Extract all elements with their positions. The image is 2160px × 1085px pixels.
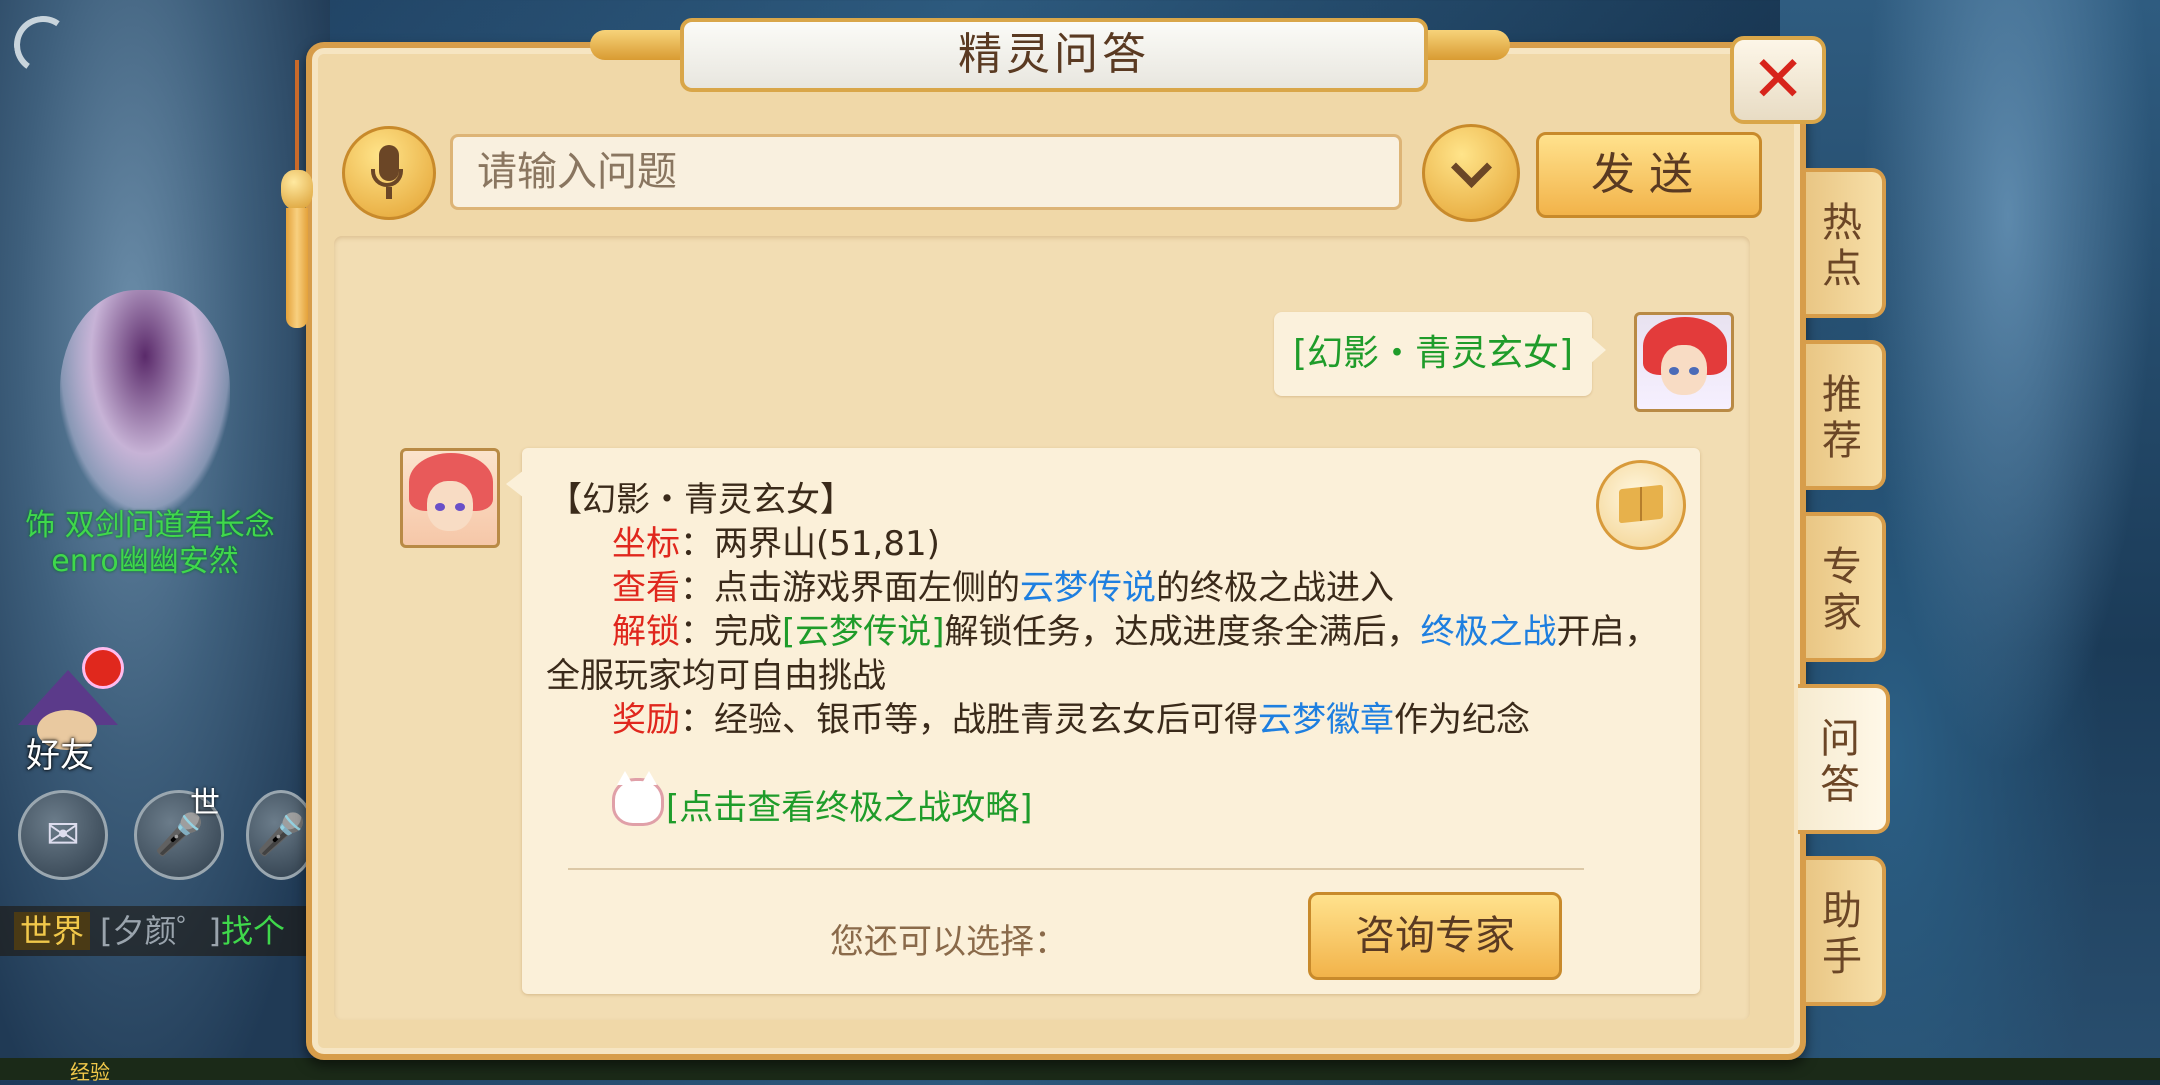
user-avatar [1634,312,1734,412]
view-link[interactable]: 云梦传说 [1020,568,1156,608]
user-message-bubble[interactable]: [幻影・青灵玄女] [1274,312,1606,396]
world-voice-label: 世 [190,786,220,821]
coord-value: ：两界山(51,81) [680,524,940,564]
tab-hot[interactable]: 热点 [1806,168,1886,318]
unlock-link-2[interactable]: 终极之战 [1421,612,1557,652]
history-dropdown-button[interactable] [1422,124,1520,222]
answer-view-line: 查看：点击游戏界面左侧的云梦传说的终极之战进入 [612,560,1394,609]
tab-expert[interactable]: 专家 [1806,512,1886,662]
tab-recommend-label: 推荐 [1822,372,1862,464]
cat-ear [617,771,633,785]
microphone-base [386,187,392,199]
coord-key: 坐标 [612,524,680,564]
user-avatar-face [1661,345,1707,395]
view-text: ：点击游戏界面左侧的 [680,568,1020,608]
tab-recommend[interactable]: 推荐 [1806,340,1886,490]
send-button[interactable]: 发送 [1536,132,1762,218]
answer-reward-line: 奖励：经验、银币等，战胜青灵玄女后可得云梦徽章作为纪念 [612,692,1530,741]
tassel-bead [281,170,313,210]
answer-title: 【幻影・青灵玄女】 [548,480,854,520]
dialog-title: 精灵问答 [958,29,1150,80]
chat-message: 找个 [221,912,286,950]
unlock-text-mid: 解锁任务，达成进度条全满后， [944,612,1421,652]
strategy-guide-link[interactable]: [点击查看终极之战攻略] [666,780,1033,829]
experience-label: 经验 [70,1060,110,1084]
divider [568,868,1584,870]
unlock-text: ：完成 [680,612,782,652]
cat-ear [641,771,657,785]
spirit-avatar-face [427,481,473,531]
voice-input-button[interactable] [342,126,436,220]
choose-label: 您还可以选择： [830,922,1068,962]
chat-sender: [夕颜゜] [100,912,221,950]
close-button[interactable]: ✕ [1730,36,1826,124]
tassel-decoration [295,60,299,180]
unlock-key: 解锁 [612,612,680,652]
player-character[interactable] [60,290,230,510]
chat-channel-tag: 世界 [14,912,91,950]
tab-qa-label: 问答 [1820,716,1860,808]
spirit-avatar-eye [435,503,445,511]
reward-key: 奖励 [612,700,680,740]
npc-name-label-2: enro幽幽安然 [51,544,239,579]
unlock-text-end: 开启， [1556,612,1659,652]
chat-bubble-icon[interactable]: ✉ [18,790,108,880]
answer-coord-line: 坐标：两界山(51,81) [612,516,940,565]
title-plate: 精灵问答 [680,18,1428,92]
tab-assistant[interactable]: 助手 [1806,856,1886,1006]
friend-label: 好友 [26,736,94,776]
user-avatar-eye [1669,367,1679,375]
reward-text: ：经验、银币等，战胜青灵玄女后可得 [680,700,1258,740]
answer-unlock-line-2: 全服玩家均可自由挑战 [546,656,886,696]
chevron-down-icon [1450,146,1492,189]
tab-hot-label: 热点 [1822,200,1862,292]
cat-icon [612,771,664,826]
reward-link[interactable]: 云梦徽章 [1258,700,1394,740]
spirit-avatar-eye [455,503,465,511]
consult-expert-button[interactable]: 咨询专家 [1308,892,1562,980]
world-chat-line[interactable]: 世界 [夕颜゜]找个 [0,906,310,956]
view-text-end: 的终极之战进入 [1156,568,1394,608]
view-key: 查看 [612,568,680,608]
answer-unlock-line: 解锁：完成[云梦传说]解锁任务，达成进度条全满后，终极之战开启， [612,604,1659,653]
tab-assistant-label: 助手 [1822,888,1862,980]
book-icon [1619,484,1663,524]
spirit-avatar [400,448,500,548]
tab-qa[interactable]: 问答 [1798,684,1890,834]
notification-dot [82,647,124,689]
tassel-fringe [286,208,308,328]
question-input[interactable] [450,134,1402,210]
tab-expert-label: 专家 [1822,544,1862,636]
unlock-link[interactable]: [云梦传说] [782,612,945,652]
experience-bar [0,1058,2160,1080]
close-icon: ✕ [1751,43,1805,117]
reward-text-end: 作为纪念 [1394,700,1530,740]
guide-book-button[interactable] [1596,460,1686,550]
microphone-stand [371,169,403,187]
user-avatar-eye [1689,367,1699,375]
